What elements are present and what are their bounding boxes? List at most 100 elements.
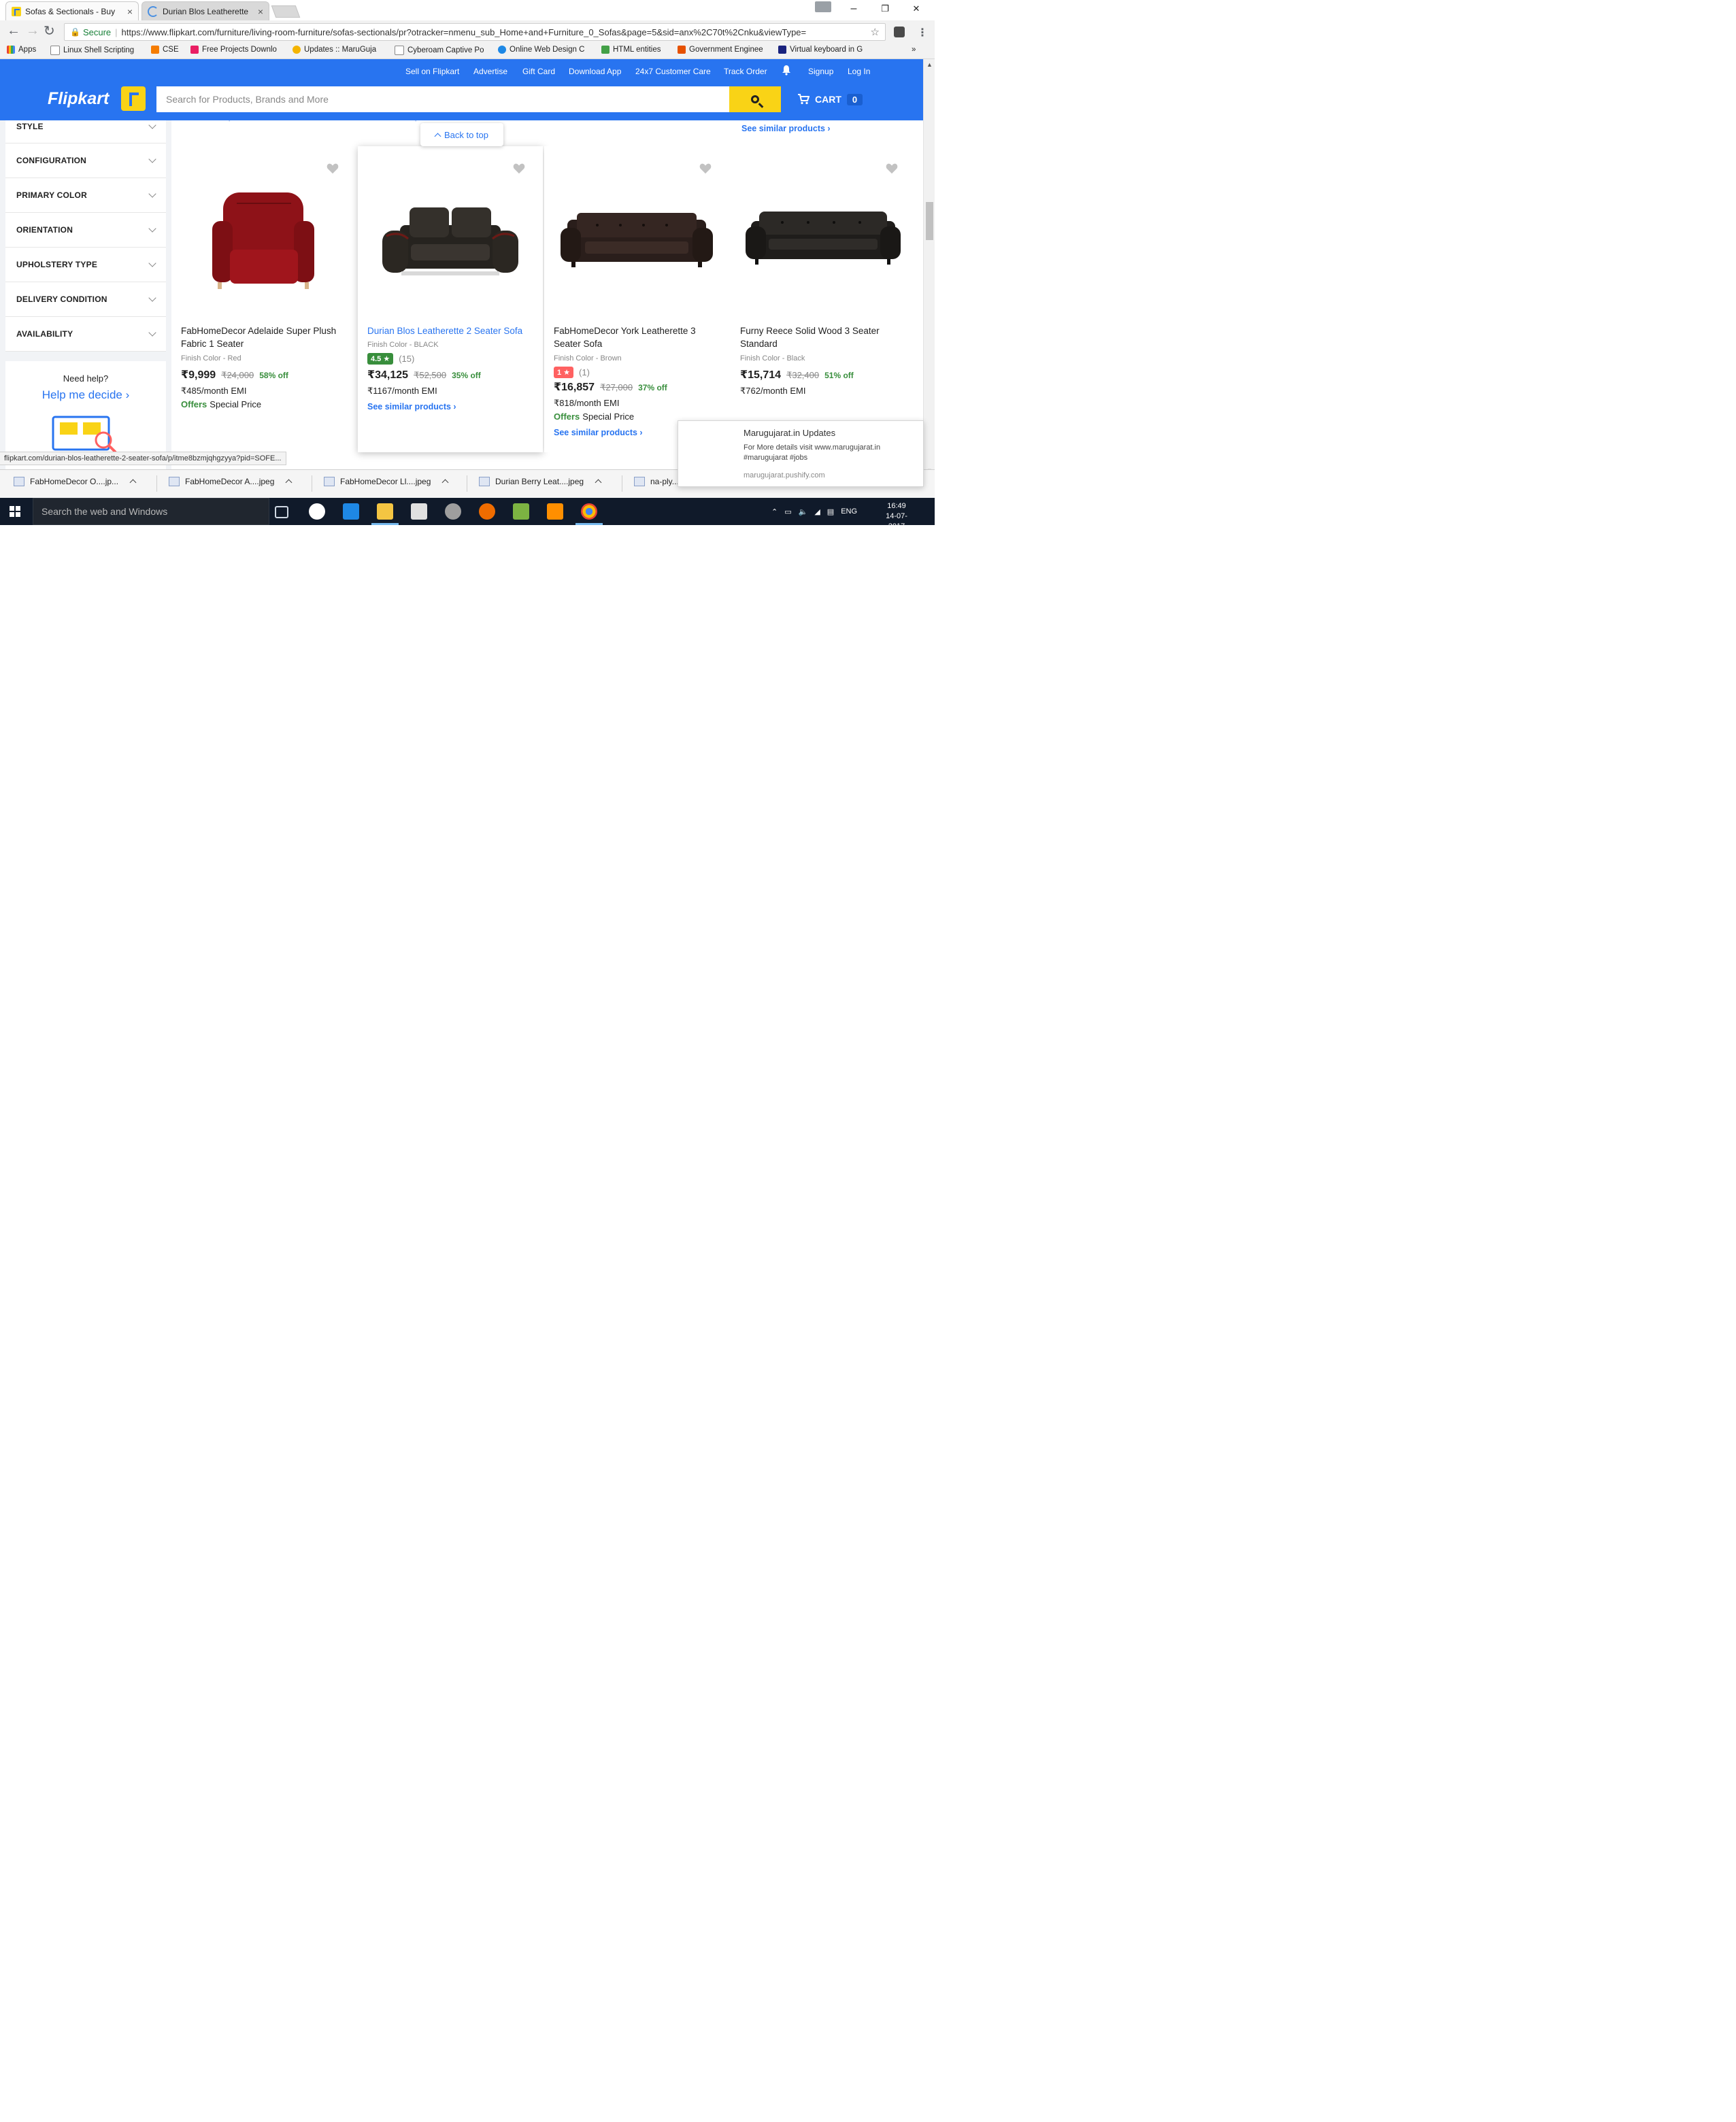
chevron-up-icon[interactable] — [129, 479, 137, 486]
filter-upholstery-type[interactable]: UPHOLSTERY TYPE — [5, 248, 166, 282]
user-profile-icon[interactable] — [815, 1, 831, 12]
settings-app-icon[interactable] — [445, 503, 461, 520]
back-to-top-button[interactable]: Back to top — [420, 123, 503, 146]
product-card-hovered[interactable]: Durian Blos Leatherette 2 Seater Sofa Fi… — [358, 146, 543, 452]
forward-button[interactable]: → — [26, 23, 39, 39]
tab-sofas[interactable]: Sofas & Sectionals - Buy × — [5, 1, 139, 20]
bookmarks-overflow[interactable]: » — [912, 46, 916, 54]
cart-button[interactable]: CART 0 — [789, 86, 871, 112]
link-customer-care[interactable]: 24x7 Customer Care — [635, 67, 711, 76]
flipkart-logo[interactable]: Flipkart — [48, 89, 109, 109]
filter-primary-color[interactable]: PRIMARY COLOR — [5, 178, 166, 213]
see-similar-link[interactable]: See similar products › — [554, 428, 643, 437]
chrome-menu-icon[interactable]: ⋮ — [917, 26, 928, 39]
close-window-button[interactable]: ✕ — [901, 0, 932, 18]
chrome-icon[interactable] — [581, 503, 597, 520]
address-bar[interactable]: 🔒 Secure | https://www.flipkart.com/furn… — [64, 23, 886, 41]
product-title[interactable]: FabHomeDecor York Leatherette 3 Seater S… — [554, 324, 721, 350]
tray-expand-icon[interactable]: ⌃ — [771, 507, 778, 516]
chevron-up-icon[interactable] — [595, 479, 602, 486]
reload-button[interactable]: ↻ — [44, 22, 55, 39]
firefox-icon[interactable] — [479, 503, 495, 520]
network-icon[interactable]: ◢ — [814, 507, 820, 516]
search-input[interactable] — [156, 86, 729, 112]
restore-button[interactable]: ❐ — [869, 0, 901, 18]
page-scrollbar[interactable]: ▲ ▼ — [923, 59, 935, 477]
prev-row-similar-link[interactable]: See similar products › — [367, 120, 456, 122]
chevron-up-icon[interactable] — [441, 479, 449, 486]
filter-delivery-condition[interactable]: DELIVERY CONDITION — [5, 282, 166, 317]
scrollbar-thumb[interactable] — [926, 202, 933, 240]
filter-orientation[interactable]: ORIENTATION — [5, 213, 166, 248]
link-signup[interactable]: Signup — [808, 67, 833, 76]
link-download-app[interactable]: Download App — [569, 67, 621, 76]
product-image-black-3-seater[interactable] — [731, 173, 916, 296]
product-image-red-armchair[interactable] — [171, 173, 356, 296]
bell-icon[interactable] — [781, 65, 792, 75]
link-track-order[interactable]: Track Order — [724, 67, 767, 76]
bookmark-html-entities[interactable]: HTML entities — [601, 46, 661, 54]
product-image-black-2-seater[interactable] — [358, 173, 543, 296]
filter-availability[interactable]: AVAILABILITY — [5, 317, 166, 352]
search-button[interactable] — [729, 86, 781, 112]
task-view-icon[interactable] — [275, 506, 288, 518]
hp-icon[interactable] — [309, 503, 325, 520]
filter-style[interactable]: STYLE — [5, 120, 166, 144]
download-item[interactable]: FabHomeDecor Ll....jpeg — [324, 477, 449, 486]
bookmark-government[interactable]: Government Enginee — [678, 46, 763, 54]
scroll-up-arrow-icon[interactable]: ▲ — [927, 61, 933, 68]
filter-configuration[interactable]: CONFIGURATION — [5, 144, 166, 178]
tab-durian[interactable]: Durian Blos Leatherette × — [141, 1, 269, 20]
taskbar-search-input[interactable]: Search the web and Windows — [33, 498, 269, 525]
push-notification[interactable]: Marugujarat.in Updates For More details … — [678, 420, 924, 487]
action-center-icon[interactable]: ▤ — [827, 507, 834, 516]
chevron-up-icon[interactable] — [285, 479, 293, 486]
taskbar-clock[interactable]: 16:49 14-07-2017 — [878, 501, 916, 525]
store-icon[interactable] — [411, 503, 427, 520]
new-tab-button[interactable] — [271, 5, 301, 18]
vlc-icon[interactable] — [547, 503, 563, 520]
bookmark-virtual-keyboard[interactable]: Virtual keyboard in G — [778, 46, 863, 54]
windows-start-icon[interactable] — [10, 506, 20, 517]
bookmark-web-design[interactable]: Online Web Design C — [498, 46, 584, 54]
link-sell[interactable]: Sell on Flipkart — [405, 67, 459, 76]
bookmark-star-icon[interactable]: ☆ — [871, 26, 880, 38]
product-card[interactable]: FabHomeDecor York Leatherette 3 Seater S… — [544, 146, 729, 452]
product-title[interactable]: FabHomeDecor Adelaide Super Plush Fabric… — [181, 324, 348, 350]
download-item[interactable]: FabHomeDecor O....jp... — [14, 477, 137, 486]
download-item[interactable]: na-ply... — [634, 477, 679, 486]
prev-row-similar-link[interactable]: See similar products › — [181, 120, 270, 122]
product-card[interactable]: FabHomeDecor Adelaide Super Plush Fabric… — [171, 146, 356, 452]
url-text[interactable]: https://www.flipkart.com/furniture/livin… — [122, 27, 807, 37]
link-gift-card[interactable]: Gift Card — [522, 67, 555, 76]
battery-icon[interactable]: ▭ — [784, 507, 791, 516]
product-card[interactable]: Furny Reece Solid Wood 3 Seater Standard… — [731, 146, 916, 452]
download-item[interactable]: Durian Berry Leat....jpeg — [479, 477, 602, 486]
see-similar-link[interactable]: See similar products › — [367, 402, 456, 411]
prev-row-similar-link[interactable]: See similar products › — [741, 124, 831, 133]
help-me-decide-link[interactable]: Help me decide › — [5, 388, 166, 402]
minimize-button[interactable]: – — [838, 0, 869, 18]
link-advertise[interactable]: Advertise — [473, 67, 507, 76]
download-item[interactable]: FabHomeDecor A....jpeg — [169, 477, 293, 486]
bookmark-free-projects[interactable]: Free Projects Downlo — [190, 46, 277, 54]
extension-icon[interactable] — [894, 27, 905, 37]
language-indicator[interactable]: ENG — [841, 507, 857, 516]
file-explorer-icon[interactable] — [377, 503, 393, 520]
volume-icon[interactable]: 🔈 — [799, 507, 808, 516]
bookmark-cse[interactable]: CSE — [151, 46, 179, 54]
back-button[interactable]: ← — [7, 23, 20, 39]
bookmark-apps[interactable]: Apps — [7, 46, 36, 54]
close-tab-icon[interactable]: × — [258, 6, 263, 17]
bookmark-cyberoam[interactable]: Cyberoam Captive Po — [395, 46, 484, 55]
product-title[interactable]: Durian Blos Leatherette 2 Seater Sofa — [367, 324, 535, 337]
flipkart-logo-icon[interactable] — [121, 86, 146, 111]
edge-browser-icon[interactable] — [343, 503, 359, 520]
product-image-brown-3-seater[interactable] — [544, 173, 729, 296]
bookmark-maruguja[interactable]: Updates :: MaruGuja — [293, 46, 376, 54]
close-tab-icon[interactable]: × — [127, 6, 133, 17]
paint-app-icon[interactable] — [513, 503, 529, 520]
bookmark-linux-shell[interactable]: Linux Shell Scripting — [50, 46, 134, 55]
link-login[interactable]: Log In — [848, 67, 870, 76]
product-title[interactable]: Furny Reece Solid Wood 3 Seater Standard — [740, 324, 907, 350]
